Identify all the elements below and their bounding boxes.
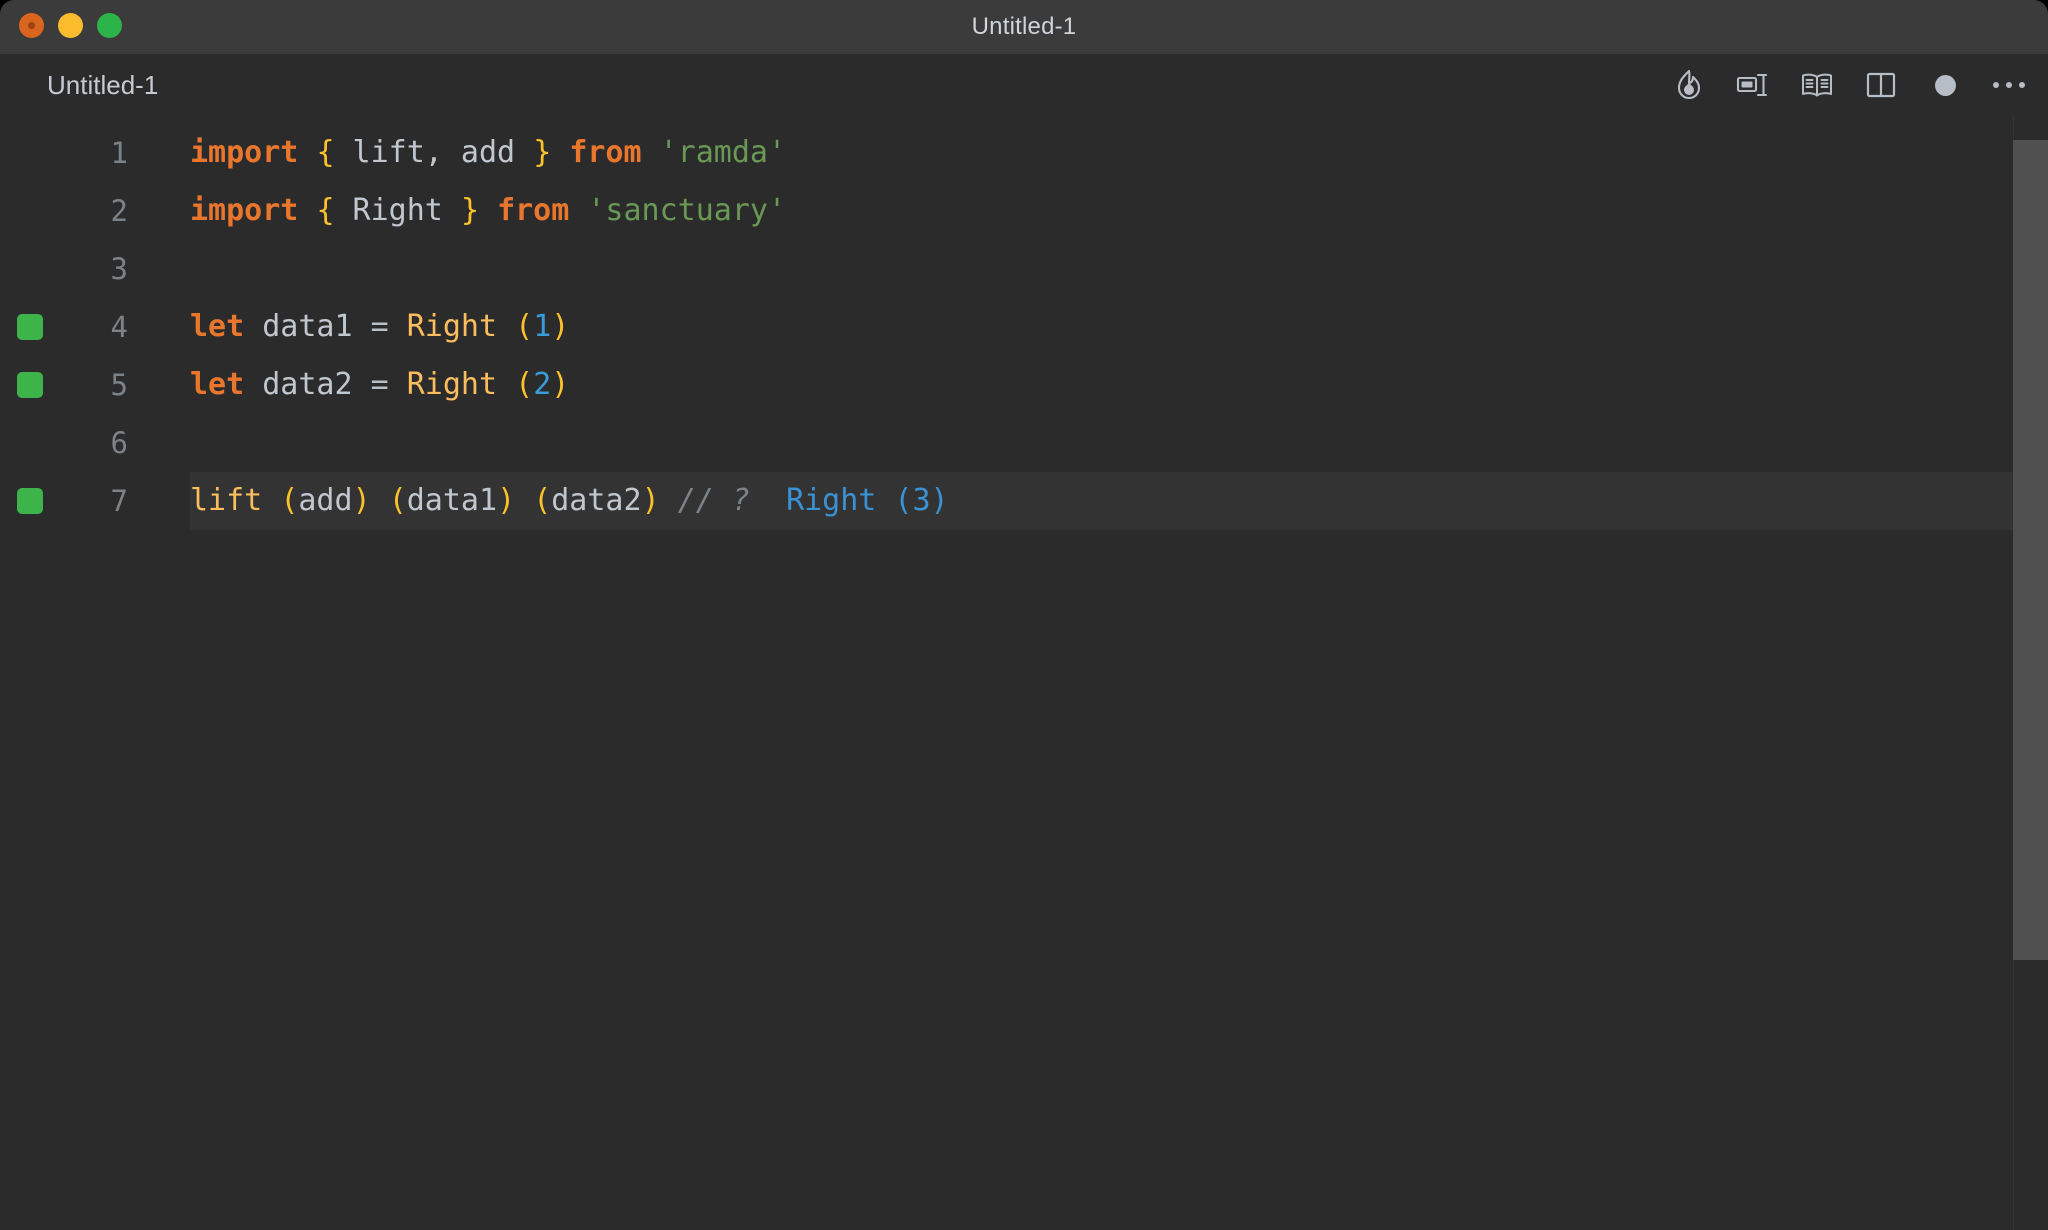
token-id: add <box>298 483 353 518</box>
token-id: data2 <box>551 483 642 518</box>
code-line[interactable]: 1 import { lift, add } from 'ramda' <box>0 124 2048 182</box>
token-op <box>515 483 533 518</box>
token-op <box>642 135 660 170</box>
line-number: 7 <box>110 484 128 518</box>
code-line[interactable]: 7 lift (add) (data1) (data2) // ? Right (… <box>0 472 2048 530</box>
token-br: { <box>316 135 335 170</box>
token-id: data1 <box>406 483 498 518</box>
line-number: 6 <box>110 426 128 460</box>
window-title: Untitled-1 <box>971 13 1077 40</box>
token-k: from <box>569 135 642 170</box>
inline-values-icon[interactable] <box>1736 68 1770 102</box>
code-line[interactable]: 5 let data2 = Right (2) <box>0 356 2048 414</box>
token-k: import <box>190 193 299 228</box>
token-op <box>660 483 678 518</box>
token-op: = <box>370 367 389 402</box>
token-id: Right <box>334 193 461 228</box>
token-br: ) <box>641 483 660 518</box>
token-num: 2 <box>533 367 552 402</box>
line-number: 2 <box>110 194 128 228</box>
token-id: data1 <box>244 309 371 344</box>
token-str: 'ramda' <box>659 135 787 170</box>
token-op <box>750 483 786 518</box>
token-op: = <box>370 309 389 344</box>
token-op <box>298 135 316 170</box>
code-line[interactable]: 6 <box>0 414 2048 472</box>
code-text[interactable]: let data2 = Right (2) <box>190 356 569 414</box>
code-text[interactable]: lift (add) (data1) (data2) // ? Right (3… <box>190 472 949 530</box>
tab-untitled-1[interactable]: Untitled-1 <box>47 54 158 116</box>
ellipsis-dots <box>1993 82 2025 88</box>
editor-scrollbar[interactable] <box>2013 116 2048 1230</box>
token-br: ( <box>280 483 299 518</box>
token-fn: lift <box>190 483 263 518</box>
code-editor[interactable]: 1 import { lift, add } from 'ramda' 2 impor… <box>0 116 2048 1230</box>
token-br: ) <box>497 483 516 518</box>
open-preview-icon[interactable] <box>1800 68 1834 102</box>
line-number: 4 <box>110 310 128 344</box>
token-cm: // ? <box>677 483 750 518</box>
editor-actions <box>1672 54 2026 116</box>
line-number: 1 <box>110 136 128 170</box>
token-k: from <box>497 193 570 228</box>
window-titlebar: Untitled-1 <box>0 0 2048 54</box>
code-text[interactable]: import { lift, add } from 'ramda' <box>190 124 786 182</box>
token-br: ( <box>533 483 552 518</box>
editor-window: Untitled-1 Untitled-1 1 import {lift, a… <box>0 0 2048 1230</box>
line-number: 5 <box>110 368 128 402</box>
code-text[interactable]: let data1 = Right (1) <box>190 298 569 356</box>
quokka-flame-icon[interactable] <box>1672 68 1706 102</box>
token-br: ( <box>515 309 534 344</box>
token-br: } <box>460 193 479 228</box>
token-op <box>479 193 497 228</box>
code-line[interactable]: 2 import { Right } from 'sanctuary' <box>0 182 2048 240</box>
token-op <box>389 367 407 402</box>
unsaved-dot-indicator[interactable] <box>1928 68 1962 102</box>
token-fn: Right <box>406 367 498 402</box>
more-actions-icon[interactable] <box>1992 68 2026 102</box>
scrollbar-thumb[interactable] <box>2013 140 2048 960</box>
code-text[interactable]: import { Right } from 'sanctuary' <box>190 182 786 240</box>
editor-tabstrip: Untitled-1 <box>0 54 2048 116</box>
token-id: lift, add <box>334 135 534 170</box>
code-line[interactable]: 3 <box>0 240 2048 298</box>
token-br: ( <box>515 367 534 402</box>
token-op <box>298 193 316 228</box>
token-op <box>551 135 569 170</box>
code-lines[interactable]: 1 import { lift, add } from 'ramda' 2 impor… <box>0 116 2048 530</box>
token-op <box>497 367 515 402</box>
token-br: { <box>316 193 335 228</box>
token-op <box>569 193 587 228</box>
token-k: let <box>190 309 245 344</box>
token-br: ) <box>551 367 570 402</box>
unsaved-dot <box>1934 74 1956 96</box>
token-hint: Right (3) <box>786 483 949 518</box>
token-k: import <box>190 135 299 170</box>
token-op <box>371 483 389 518</box>
token-br: ) <box>352 483 371 518</box>
token-br: ( <box>388 483 407 518</box>
gutter-marker-icon[interactable] <box>17 488 43 514</box>
gutter-marker-icon[interactable] <box>17 314 43 340</box>
code-line[interactable]: 4 let data1 = Right (1) <box>0 298 2048 356</box>
split-editor-icon[interactable] <box>1864 68 1898 102</box>
line-number: 3 <box>110 252 128 286</box>
token-str: 'sanctuary' <box>587 193 787 228</box>
token-op <box>262 483 280 518</box>
token-fn: Right <box>406 309 498 344</box>
token-br: } <box>533 135 552 170</box>
token-op <box>497 309 515 344</box>
token-num: 1 <box>533 309 552 344</box>
token-br: ) <box>551 309 570 344</box>
gutter-marker-icon[interactable] <box>17 372 43 398</box>
token-op <box>389 309 407 344</box>
token-id: data2 <box>244 367 371 402</box>
token-k: let <box>190 367 245 402</box>
